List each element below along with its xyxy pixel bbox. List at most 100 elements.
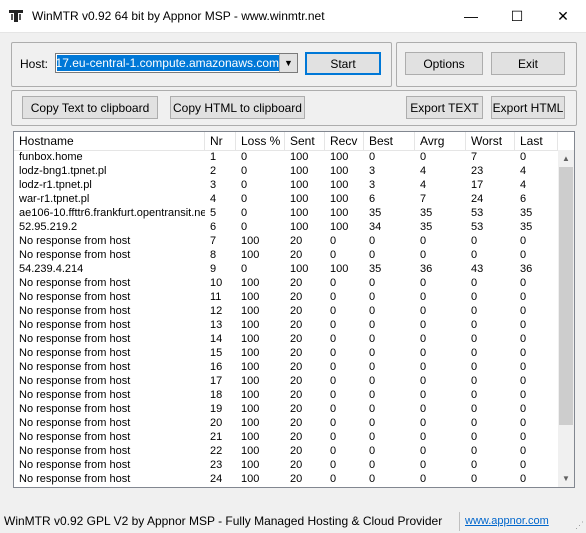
table-row[interactable]: No response from host 14 100 20 0 0 0 0 0 xyxy=(14,332,558,346)
column-header-last[interactable]: Last xyxy=(515,132,558,150)
cell-best: 0 xyxy=(369,319,376,331)
table-row[interactable]: funbox.home 1 0 100 100 0 0 7 0 xyxy=(14,150,558,164)
table-body: funbox.home 1 0 100 100 0 0 7 0 lodz-bng1.tpnet.p… xyxy=(14,150,558,486)
table-row[interactable]: No response from host 16 100 20 0 0 0 0 0 xyxy=(14,360,558,374)
cell-hostname: No response from host xyxy=(19,431,131,443)
minimize-button[interactable]: — xyxy=(448,0,494,32)
table-row[interactable]: 54.239.4.214 9 0 100 100 35 36 43 36 xyxy=(14,262,558,276)
cell-last: 0 xyxy=(520,305,527,317)
cell-sent: 20 xyxy=(290,235,303,247)
cell-avrg: 0 xyxy=(420,291,427,303)
host-combobox[interactable]: ec2-18-195-120-17.eu-central-1.compute.a… xyxy=(55,53,298,73)
cell-worst: 0 xyxy=(471,403,478,415)
close-button[interactable]: ✕ xyxy=(540,0,586,32)
cell-hostname: No response from host xyxy=(19,235,131,247)
cell-avrg: 0 xyxy=(420,403,427,415)
start-button[interactable]: Start xyxy=(305,52,381,75)
cell-loss: 100 xyxy=(241,291,260,303)
table-row[interactable]: No response from host 24 100 20 0 0 0 0 0 xyxy=(14,472,558,486)
cell-loss: 100 xyxy=(241,319,260,331)
cell-loss: 100 xyxy=(241,305,260,317)
copy-text-button[interactable]: Copy Text to clipboard xyxy=(22,96,158,119)
table-row[interactable]: No response from host 20 100 20 0 0 0 0 0 xyxy=(14,416,558,430)
table-row[interactable]: No response from host 18 100 20 0 0 0 0 0 xyxy=(14,388,558,402)
cell-avrg: 0 xyxy=(420,445,427,457)
cell-hostname: No response from host xyxy=(19,459,131,471)
column-header-best[interactable]: Best xyxy=(364,132,415,150)
cell-loss: 100 xyxy=(241,389,260,401)
options-button[interactable]: Options xyxy=(405,52,483,75)
cell-loss: 100 xyxy=(241,277,260,289)
cell-worst: 7 xyxy=(471,151,478,163)
cell-loss: 100 xyxy=(241,235,260,247)
cell-recv: 0 xyxy=(330,445,337,457)
table-row[interactable]: No response from host 8 100 20 0 0 0 0 0 xyxy=(14,248,558,262)
scroll-up-icon[interactable]: ▲ xyxy=(558,150,574,167)
copy-html-button[interactable]: Copy HTML to clipboard xyxy=(170,96,305,119)
column-header-avrg[interactable]: Avrg xyxy=(415,132,466,150)
resize-grip-icon[interactable]: ⋰ xyxy=(575,520,584,531)
table-row[interactable]: 52.95.219.2 6 0 100 100 34 35 53 35 xyxy=(14,220,558,234)
table-row[interactable]: war-r1.tpnet.pl 4 0 100 100 6 7 24 6 xyxy=(14,192,558,206)
cell-sent: 20 xyxy=(290,361,303,373)
cell-best: 3 xyxy=(369,179,376,191)
cell-avrg: 0 xyxy=(420,347,427,359)
cell-sent: 20 xyxy=(290,445,303,457)
column-header-recv[interactable]: Recv xyxy=(325,132,364,150)
vertical-scrollbar[interactable]: ▲ ▼ xyxy=(558,150,574,487)
cell-sent: 20 xyxy=(290,389,303,401)
cell-sent: 20 xyxy=(290,375,303,387)
cell-best: 0 xyxy=(369,249,376,261)
table-row[interactable]: ae106-10.ffttr6.frankfurt.opentransit.ne… xyxy=(14,206,558,220)
cell-nr: 14 xyxy=(210,333,223,345)
results-table[interactable]: Hostname Nr Loss % Sent Recv Best Avrg Worst Las… xyxy=(13,131,575,488)
host-input[interactable]: ec2-18-195-120-17.eu-central-1.compute.a… xyxy=(57,55,279,71)
cell-hostname: No response from host xyxy=(19,389,131,401)
scroll-down-icon[interactable]: ▼ xyxy=(558,470,574,487)
cell-best: 0 xyxy=(369,375,376,387)
table-row[interactable]: lodz-bng1.tpnet.pl 2 0 100 100 3 4 23 4 xyxy=(14,164,558,178)
cell-avrg: 0 xyxy=(420,319,427,331)
cell-nr: 20 xyxy=(210,417,223,429)
column-header-hostname[interactable]: Hostname xyxy=(14,132,205,150)
exit-button[interactable]: Exit xyxy=(491,52,565,75)
chevron-down-icon[interactable]: ▼ xyxy=(279,54,297,72)
cell-avrg: 7 xyxy=(420,193,427,205)
column-header-worst[interactable]: Worst xyxy=(466,132,515,150)
table-row[interactable]: No response from host 10 100 20 0 0 0 0 0 xyxy=(14,276,558,290)
table-row[interactable]: No response from host 15 100 20 0 0 0 0 0 xyxy=(14,346,558,360)
table-row[interactable]: No response from host 23 100 20 0 0 0 0 0 xyxy=(14,458,558,472)
cell-hostname: ae106-10.ffttr6.frankfurt.opentransit.ne… xyxy=(19,207,205,219)
cell-hostname: No response from host xyxy=(19,417,131,429)
cell-hostname: No response from host xyxy=(19,333,131,345)
table-row[interactable]: No response from host 11 100 20 0 0 0 0 0 xyxy=(14,290,558,304)
cell-loss: 0 xyxy=(241,165,248,177)
website-link[interactable]: www.appnor.com xyxy=(465,515,549,527)
column-header-loss[interactable]: Loss % xyxy=(236,132,285,150)
cell-recv: 0 xyxy=(330,361,337,373)
table-row[interactable]: lodz-r1.tpnet.pl 3 0 100 100 3 4 17 4 xyxy=(14,178,558,192)
export-html-button[interactable]: Export HTML xyxy=(491,96,565,119)
cell-loss: 100 xyxy=(241,459,260,471)
maximize-button[interactable]: ☐ xyxy=(494,0,540,32)
table-row[interactable]: No response from host 19 100 20 0 0 0 0 0 xyxy=(14,402,558,416)
cell-worst: 0 xyxy=(471,445,478,457)
cell-last: 6 xyxy=(520,193,527,205)
column-header-nr[interactable]: Nr xyxy=(205,132,236,150)
cell-worst: 0 xyxy=(471,333,478,345)
table-row[interactable]: No response from host 21 100 20 0 0 0 0 0 xyxy=(14,430,558,444)
cell-hostname: No response from host xyxy=(19,361,131,373)
cell-recv: 0 xyxy=(330,417,337,429)
table-row[interactable]: No response from host 13 100 20 0 0 0 0 0 xyxy=(14,318,558,332)
table-row[interactable]: No response from host 22 100 20 0 0 0 0 0 xyxy=(14,444,558,458)
export-text-button[interactable]: Export TEXT xyxy=(406,96,483,119)
table-row[interactable]: No response from host 7 100 20 0 0 0 0 0 xyxy=(14,234,558,248)
table-row[interactable]: No response from host 17 100 20 0 0 0 0 0 xyxy=(14,374,558,388)
column-header-sent[interactable]: Sent xyxy=(285,132,325,150)
cell-sent: 100 xyxy=(290,207,309,219)
cell-nr: 1 xyxy=(210,151,217,163)
table-row[interactable]: No response from host 12 100 20 0 0 0 0 0 xyxy=(14,304,558,318)
cell-last: 0 xyxy=(520,459,527,471)
scrollbar-thumb[interactable] xyxy=(559,167,573,425)
cell-recv: 0 xyxy=(330,403,337,415)
